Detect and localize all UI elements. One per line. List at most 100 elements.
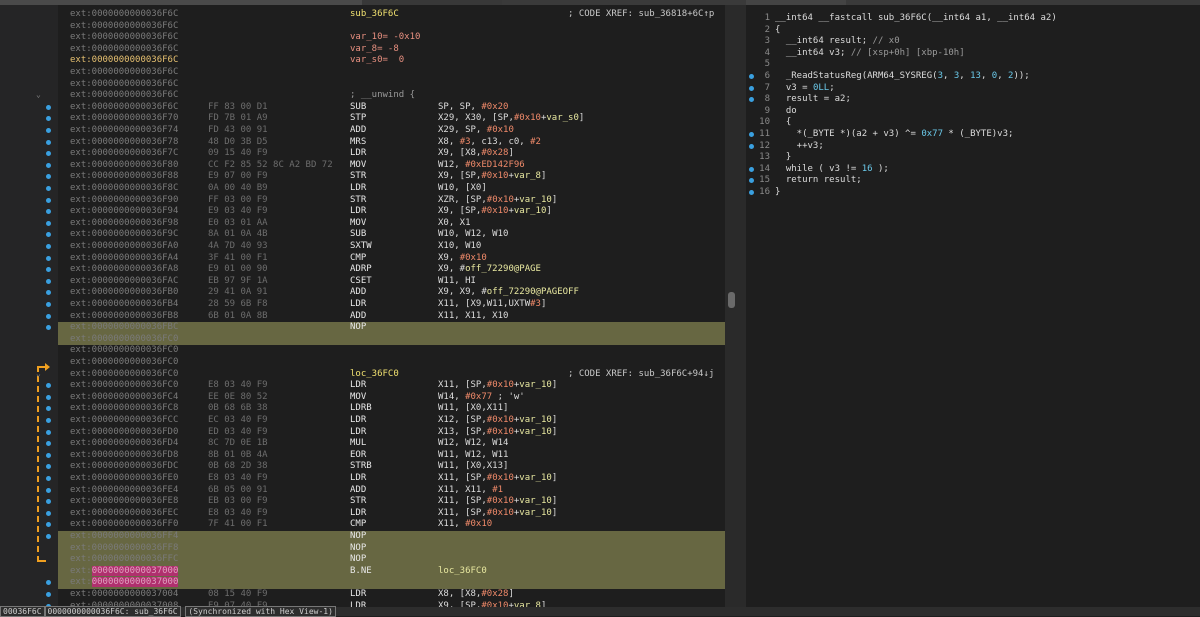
asm-operands[interactable]: W14, #0x77 ; 'w' bbox=[438, 392, 525, 404]
asm-operands[interactable]: X11, X11, #1 bbox=[438, 485, 503, 497]
asm-line[interactable]: ext:0000000000036F90 FF 03 00 F9 STR XZR, [… bbox=[58, 195, 725, 207]
asm-operands[interactable]: X8, [X8,#0x28] bbox=[438, 589, 514, 601]
pane-splitter[interactable] bbox=[738, 5, 746, 607]
asm-operands[interactable]: SP, SP, #0x20 bbox=[438, 102, 508, 114]
pseudocode-line[interactable]: 1 __int64 __fastcall sub_36F6C(__int64 a1… bbox=[746, 13, 1200, 25]
asm-line[interactable]: ext:0000000000036F98 E0 03 01 AA MOV X0, X1 bbox=[58, 218, 725, 230]
breakpoint-dot[interactable] bbox=[46, 162, 51, 168]
breakpoint-dot[interactable] bbox=[46, 418, 51, 423]
asm-operands[interactable]: W11, [X0,X11] bbox=[438, 403, 508, 415]
pseudocode-text[interactable]: __int64 __fastcall sub_36F6C(__int64 a1,… bbox=[775, 13, 1057, 25]
asm-operands[interactable]: X10, W10 bbox=[438, 241, 481, 253]
pseudocode-text[interactable]: __int64 result; // x0 bbox=[775, 36, 900, 48]
asm-operands[interactable]: X11, [SP,#0x10+var_10] bbox=[438, 473, 557, 485]
breakpoint-dot[interactable] bbox=[749, 132, 754, 137]
asm-operands[interactable]: X9, #off_72290@PAGE bbox=[438, 264, 541, 276]
pseudocode-text[interactable]: { bbox=[775, 117, 791, 129]
pseudocode-view[interactable]: 1 __int64 __fastcall sub_36F6C(__int64 a1… bbox=[746, 5, 1200, 607]
breakpoint-dot[interactable] bbox=[46, 197, 51, 203]
breakpoint-dot[interactable] bbox=[46, 592, 51, 597]
pseudocode-text[interactable]: } bbox=[775, 152, 791, 164]
asm-line[interactable]: ext:0000000000036FF4 NOP bbox=[58, 531, 725, 543]
asm-line[interactable]: ext:0000000000036FE0 E8 03 40 F9 LDR X11, [… bbox=[58, 473, 725, 485]
pseudocode-text[interactable]: *(_BYTE *)(a2 + v3) ^= 0x77 * (_BYTE)v3; bbox=[775, 129, 1014, 141]
pseudocode-line[interactable]: 10 { bbox=[746, 117, 1200, 129]
asm-line[interactable]: ext:0000000000036F6C bbox=[58, 79, 725, 91]
asm-line[interactable]: ext:0000000000036FD4 8C 7D 0E 1B MUL W12, W… bbox=[58, 438, 725, 450]
pseudocode-line[interactable]: 6 _ReadStatusReg(ARM64_SYSREG(3, 3, 13, … bbox=[746, 71, 1200, 83]
breakpoint-dot[interactable] bbox=[749, 190, 754, 195]
breakpoint-dot[interactable] bbox=[46, 429, 51, 435]
breakpoint-dot[interactable] bbox=[46, 104, 51, 110]
breakpoint-dot[interactable] bbox=[749, 85, 754, 91]
asm-line[interactable]: ext:0000000000036F74 FD 43 00 91 ADD X29, S… bbox=[58, 125, 725, 137]
asm-line[interactable]: ext:0000000000037000 bbox=[58, 577, 725, 589]
asm-operands[interactable]: X12, [SP,#0x10+var_10] bbox=[438, 415, 557, 427]
asm-line[interactable]: ext:0000000000037000 B.NE loc_36FC0 bbox=[58, 565, 725, 578]
asm-line[interactable]: ext:0000000000036F88 E9 07 00 F9 STR X9, [S… bbox=[58, 171, 725, 183]
asm-operands[interactable]: W11, W12, W11 bbox=[438, 450, 508, 462]
breakpoint-dot[interactable] bbox=[46, 220, 51, 226]
asm-line[interactable]: ext:0000000000036FC0 bbox=[58, 357, 725, 369]
asm-operands[interactable]: X13, [SP,#0x10+var_10] bbox=[438, 427, 557, 439]
asm-line[interactable]: ext:0000000000036F6C bbox=[58, 67, 725, 79]
pseudocode-line[interactable]: 2{ bbox=[746, 25, 1200, 37]
breakpoint-dot[interactable] bbox=[46, 278, 51, 284]
asm-operands[interactable]: X11, [X9,W11,UXTW#3] bbox=[438, 299, 546, 311]
asm-line[interactable]: ext:0000000000037004 08 15 40 F9 LDR X8, [X… bbox=[58, 589, 725, 601]
pseudocode-line[interactable]: 5 bbox=[746, 59, 1200, 71]
fold-toggle-icon[interactable]: ⌄ bbox=[36, 369, 44, 378]
pseudocode-text[interactable]: while ( v3 != 16 ); bbox=[775, 164, 889, 176]
asm-line[interactable]: ext:0000000000036F6C sub_36F6C ; CODE XREF… bbox=[58, 9, 725, 21]
asm-xref-comment[interactable]: ; CODE XREF: sub_36F6C+94↓j bbox=[568, 369, 714, 381]
breakpoint-dot[interactable] bbox=[46, 313, 51, 319]
asm-line[interactable]: ext:0000000000036FB4 28 59 6B F8 LDR X11, [… bbox=[58, 299, 725, 311]
asm-line[interactable]: ext:0000000000036FB8 6B 01 0A 8B ADD X11, X… bbox=[58, 311, 725, 323]
asm-line[interactable]: ext:0000000000036FDC 0B 68 2D 38 STRB W11, … bbox=[58, 461, 725, 473]
asm-line[interactable]: ext:0000000000036F9C 8A 01 0A 4B SUB W10, W… bbox=[58, 229, 725, 241]
asm-line[interactable]: ext:0000000000036FFC NOP bbox=[58, 554, 725, 566]
asm-line[interactable]: ext:0000000000036FBC NOP bbox=[58, 322, 725, 334]
asm-line[interactable]: ext:0000000000036FE8 EB 03 00 F9 STR X11, [… bbox=[58, 496, 725, 508]
asm-line[interactable]: ext:0000000000036FC8 0B 68 6B 38 LDRB W11, … bbox=[58, 403, 725, 415]
pseudocode-text[interactable]: { bbox=[775, 25, 780, 37]
asm-operands[interactable]: X11, [SP,#0x10+var_10] bbox=[438, 496, 557, 508]
asm-line[interactable]: ext:0000000000036F80 CC F2 85 52 8C A2 BD… bbox=[58, 160, 725, 172]
asm-line[interactable]: ext:0000000000036FC0 loc_36FC0 ; CODE XREF… bbox=[58, 369, 725, 381]
asm-line[interactable]: ext:0000000000036FA0 4A 7D 40 93 SXTW X10, … bbox=[58, 241, 725, 253]
pseudocode-line[interactable]: 3 __int64 result; // x0 bbox=[746, 36, 1200, 48]
asm-operands[interactable]: X9, X9, #off_72290@PAGEOFF bbox=[438, 287, 579, 299]
pseudocode-text[interactable]: v3 = 0LL; bbox=[775, 83, 835, 95]
pseudocode-line[interactable]: 7 v3 = 0LL; bbox=[746, 83, 1200, 95]
asm-line[interactable]: ext:0000000000036FC0 E8 03 40 F9 LDR X11, [… bbox=[58, 380, 725, 392]
disassembly-scrollbar[interactable] bbox=[725, 5, 738, 607]
asm-line[interactable]: ext:0000000000036FCC EC 03 40 F9 LDR X12, [… bbox=[58, 415, 725, 427]
pseudocode-line[interactable]: 12 ++v3; bbox=[746, 141, 1200, 153]
asm-line[interactable]: ext:0000000000036F70 FD 7B 01 A9 STP X29, X… bbox=[58, 113, 725, 125]
breakpoint-dot[interactable] bbox=[46, 510, 51, 516]
asm-line[interactable]: ext:0000000000036FF0 7F 41 00 F1 CMP X11, #… bbox=[58, 519, 725, 531]
pseudocode-line[interactable]: 15 return result; bbox=[746, 175, 1200, 187]
asm-operands[interactable]: W11, HI bbox=[438, 276, 476, 288]
breakpoint-dot[interactable] bbox=[46, 244, 51, 249]
pseudocode-line[interactable]: 9 do bbox=[746, 106, 1200, 118]
asm-operands[interactable]: X9, [X8,#0x28] bbox=[438, 148, 514, 160]
asm-operands[interactable]: W12, W12, W14 bbox=[438, 438, 508, 450]
breakpoint-dot[interactable] bbox=[46, 128, 51, 133]
asm-line[interactable]: ext:0000000000036FD8 8B 01 0B 4A EOR W11, W… bbox=[58, 450, 725, 462]
asm-operands[interactable]: X11, [SP,#0x10+var_10] bbox=[438, 380, 557, 392]
asm-operands[interactable]: X0, X1 bbox=[438, 218, 471, 230]
asm-operands[interactable]: X9, #0x10 bbox=[438, 253, 487, 265]
asm-line[interactable]: ext:0000000000036F6C var_8= -8 bbox=[58, 44, 725, 56]
asm-operands[interactable]: X11, #0x10 bbox=[438, 519, 492, 531]
asm-operands[interactable]: X29, SP, #0x10 bbox=[438, 125, 514, 137]
breakpoint-dot[interactable] bbox=[46, 476, 51, 481]
asm-operands[interactable]: X9, [SP,#0x10+var_8] bbox=[438, 171, 546, 183]
asm-line[interactable]: ext:0000000000036F6C FF 83 00 D1 SUB SP, SP… bbox=[58, 102, 725, 114]
asm-operands[interactable]: X9, [SP,#0x10+var_10] bbox=[438, 206, 552, 218]
asm-operands[interactable]: W12, #0xED142F96 bbox=[438, 160, 525, 172]
asm-operands[interactable]: X8, #3, c13, c0, #2 bbox=[438, 137, 541, 149]
asm-operands[interactable]: X11, X11, X10 bbox=[438, 311, 508, 323]
pseudocode-line[interactable]: 8 result = a2; bbox=[746, 94, 1200, 106]
pseudocode-text[interactable]: return result; bbox=[775, 175, 862, 187]
